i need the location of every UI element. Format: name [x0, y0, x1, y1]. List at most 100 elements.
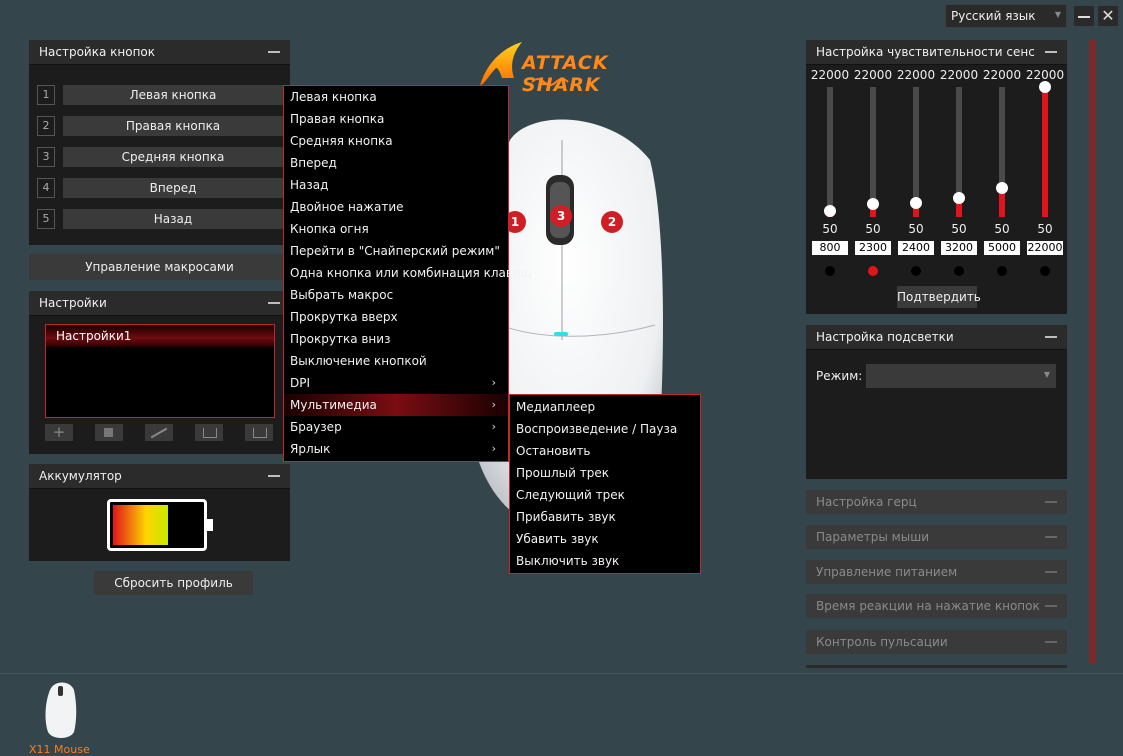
submenu-item[interactable]: Медиаплеер [516, 396, 595, 418]
panel-title: Контроль пульсации [816, 635, 948, 649]
submenu-item[interactable]: Прошлый трек [516, 462, 609, 484]
dpi-max-label: 22000 [939, 68, 979, 82]
submenu-item[interactable]: Убавить звук [516, 528, 599, 550]
menu-item[interactable]: Средняя кнопка [290, 130, 502, 152]
mode-select[interactable]: ▼ [866, 364, 1056, 388]
submenu-item[interactable]: Прибавить звук [516, 506, 616, 528]
button-assign-1[interactable]: Левая кнопка [63, 85, 283, 105]
menu-item[interactable]: Выключение кнопкой [290, 350, 502, 372]
reset-profile-button[interactable]: Сбросить профиль [94, 571, 253, 595]
button-assign-4[interactable]: Вперед [63, 178, 283, 198]
menu-item-label: DPI [290, 376, 311, 390]
dpi-active-indicator[interactable] [997, 266, 1007, 276]
button-row-5[interactable]: 5 Назад [37, 209, 283, 229]
menu-item[interactable]: Кнопка огня [290, 218, 502, 240]
language-select[interactable]: Русский язык ▼ [945, 4, 1067, 28]
dpi-slider-track[interactable] [827, 87, 833, 217]
menu-item[interactable]: Одна кнопка или комбинация клавиш [290, 262, 532, 284]
menu-item[interactable]: Двойное нажатие [290, 196, 502, 218]
export-profile-button[interactable] [245, 424, 273, 441]
submenu-item[interactable]: Выключить звук [516, 550, 619, 572]
device-thumbnail[interactable] [40, 680, 80, 742]
collapse-icon[interactable] [1045, 336, 1057, 338]
import-profile-button[interactable] [195, 424, 223, 441]
minimize-button[interactable] [1074, 6, 1094, 26]
collapse-icon[interactable] [268, 475, 280, 477]
menu-item-label: Прокрутка вниз [290, 332, 391, 346]
collapse-icon[interactable] [1045, 501, 1057, 503]
panel-header: Настройка чувствительности сенс [806, 40, 1067, 65]
dpi-slider-knob[interactable] [996, 181, 1008, 194]
dpi-active-indicator[interactable] [868, 266, 878, 276]
dpi-value-input[interactable]: 22000 [1027, 241, 1063, 255]
dpi-slider-knob[interactable] [824, 205, 836, 217]
menu-item[interactable]: Прокрутка вниз [290, 328, 502, 350]
profile-list: Настройки1 [45, 324, 275, 418]
macro-management-button[interactable]: Управление макросами [29, 254, 290, 280]
button-row-2[interactable]: 2 Правая кнопка [37, 116, 283, 136]
collapsed-panel[interactable]: Управление питанием [806, 560, 1067, 584]
dpi-slider-knob[interactable] [867, 197, 879, 210]
collapse-icon[interactable] [1045, 51, 1057, 53]
dpi-slider-knob[interactable] [953, 192, 965, 205]
collapsed-panel[interactable]: Контроль пульсации [806, 630, 1067, 654]
collapse-icon[interactable] [268, 51, 280, 53]
device-bar [0, 673, 1123, 674]
mode-label: Режим: [816, 369, 863, 383]
menu-item[interactable]: Левая кнопка [290, 86, 502, 108]
menu-item[interactable]: DPI › [290, 372, 502, 394]
menu-item[interactable]: Браузер › [290, 416, 502, 438]
collapse-icon[interactable] [1045, 536, 1057, 538]
dpi-slider-knob[interactable] [1039, 81, 1051, 93]
dpi-value-input[interactable]: 2400 [898, 241, 934, 255]
dpi-value-input[interactable]: 800 [812, 241, 848, 255]
menu-item[interactable]: Перейти в "Снайперский режим" [290, 240, 502, 262]
lighting-panel: Настройка подсветки Режим: ▼ [806, 325, 1067, 479]
dpi-value-input[interactable]: 3200 [941, 241, 977, 255]
menu-item[interactable]: Правая кнопка [290, 108, 502, 130]
dpi-active-indicator[interactable] [911, 266, 921, 276]
collapse-icon[interactable] [1045, 571, 1057, 573]
dpi-active-indicator[interactable] [1040, 266, 1050, 276]
rename-profile-button[interactable] [145, 424, 173, 441]
collapse-icon[interactable] [268, 302, 280, 304]
button-marker-2[interactable]: 2 [601, 211, 623, 233]
profile-item[interactable]: Настройки1 [46, 325, 274, 347]
button-assign-3[interactable]: Средняя кнопка [63, 147, 283, 167]
add-profile-button[interactable]: + [45, 424, 73, 441]
menu-item[interactable]: Вперед [290, 152, 502, 174]
dpi-active-indicator[interactable] [954, 266, 964, 276]
collapse-icon[interactable] [1045, 605, 1057, 607]
menu-item[interactable]: Ярлык › [290, 438, 502, 460]
dpi-active-indicator[interactable] [825, 266, 835, 276]
scrollbar[interactable] [1089, 40, 1096, 664]
menu-item[interactable]: Прокрутка вверх [290, 306, 502, 328]
dpi-slider-knob[interactable] [910, 197, 922, 210]
button-marker-3[interactable]: 3 [550, 205, 572, 227]
button-row-3[interactable]: 3 Средняя кнопка [37, 147, 283, 167]
menu-item[interactable]: Назад [290, 174, 502, 196]
profile-name: Настройки1 [56, 329, 132, 343]
submenu-item[interactable]: Следующий трек [516, 484, 625, 506]
panel-title: Настройки [39, 296, 107, 310]
button-row-1[interactable]: 1 Левая кнопка [37, 85, 283, 105]
submenu-item[interactable]: Остановить [516, 440, 591, 462]
dpi-value-input[interactable]: 2300 [855, 241, 891, 255]
close-button[interactable]: ✕ [1098, 6, 1118, 26]
menu-item[interactable]: Мультимедиа › [290, 394, 502, 416]
submenu-item[interactable]: Воспроизведение / Пауза [516, 418, 677, 440]
collapsed-panel[interactable]: Настройка герц [806, 490, 1067, 514]
dpi-value-input[interactable]: 5000 [984, 241, 1020, 255]
menu-item-label: Левая кнопка [290, 90, 377, 104]
delete-profile-button[interactable] [95, 424, 123, 441]
button-assign-5[interactable]: Назад [63, 209, 283, 229]
menu-item-label: Одна кнопка или комбинация клавиш [290, 266, 532, 280]
confirm-dpi-button[interactable]: Подтвердить [897, 286, 981, 308]
collapsed-panel[interactable]: Время реакции на нажатие кнопок [806, 594, 1067, 618]
button-assign-2[interactable]: Правая кнопка [63, 116, 283, 136]
button-row-4[interactable]: 4 Вперед [37, 178, 283, 198]
device-name[interactable]: X11 Mouse [29, 743, 90, 756]
menu-item[interactable]: Выбрать макрос [290, 284, 502, 306]
collapsed-panel[interactable]: Параметры мыши [806, 525, 1067, 549]
collapse-icon[interactable] [1045, 641, 1057, 643]
